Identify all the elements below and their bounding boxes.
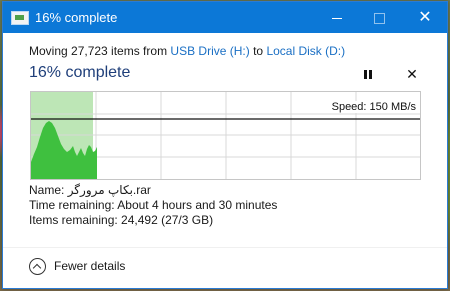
fewer-details-label: Fewer details	[54, 259, 126, 273]
pause-icon-bar	[364, 70, 367, 79]
file-name-value: بکاپ مرورگر.rar	[67, 183, 151, 197]
close-icon: ✕	[418, 9, 432, 26]
time-remaining-label: Time remaining:	[29, 198, 115, 212]
file-name-row: Name: بکاپ مرورگر.rar	[29, 183, 151, 197]
maximize-button[interactable]	[361, 2, 397, 33]
window-title: 16% complete	[35, 10, 118, 25]
cancel-icon: ✕	[406, 66, 418, 82]
pause-button[interactable]	[359, 66, 377, 84]
time-remaining-row: Time remaining: About 4 hours and 30 min…	[29, 198, 277, 212]
destination-link[interactable]: Local Disk (D:)	[266, 44, 345, 58]
title-bar[interactable]: 16% complete ✕	[3, 2, 447, 33]
file-transfer-dialog: 16% complete ✕ Moving 27,723 items from …	[2, 1, 448, 289]
items-remaining-value: 24,492 (27/3 GB)	[121, 213, 214, 227]
transfer-speed-graph: Speed: 150 MB/s	[30, 91, 421, 180]
speed-label: Speed: 150 MB/s	[329, 101, 416, 113]
to-word: to	[253, 44, 264, 58]
close-button[interactable]: ✕	[407, 2, 443, 33]
chevron-up-circle-icon	[29, 258, 46, 275]
time-remaining-value: About 4 hours and 30 minutes	[117, 198, 278, 212]
items-remaining-label: Items remaining:	[29, 213, 118, 227]
copy-app-icon	[11, 11, 29, 25]
source-link[interactable]: USB Drive (H:)	[170, 44, 249, 58]
pause-icon-bar	[369, 70, 372, 79]
transfer-description: Moving 27,723 items from USB Drive (H:) …	[29, 44, 345, 58]
items-remaining-row: Items remaining: 24,492 (27/3 GB)	[29, 213, 213, 227]
progress-heading: 16% complete	[29, 64, 131, 81]
name-label: Name:	[29, 183, 65, 197]
cancel-button[interactable]: ✕	[403, 65, 421, 83]
minimize-button[interactable]	[319, 2, 355, 33]
footer-divider	[3, 247, 447, 248]
maximize-icon	[373, 12, 385, 24]
minimize-icon	[332, 17, 342, 19]
moving-prefix: Moving 27,723 items from	[29, 44, 168, 58]
